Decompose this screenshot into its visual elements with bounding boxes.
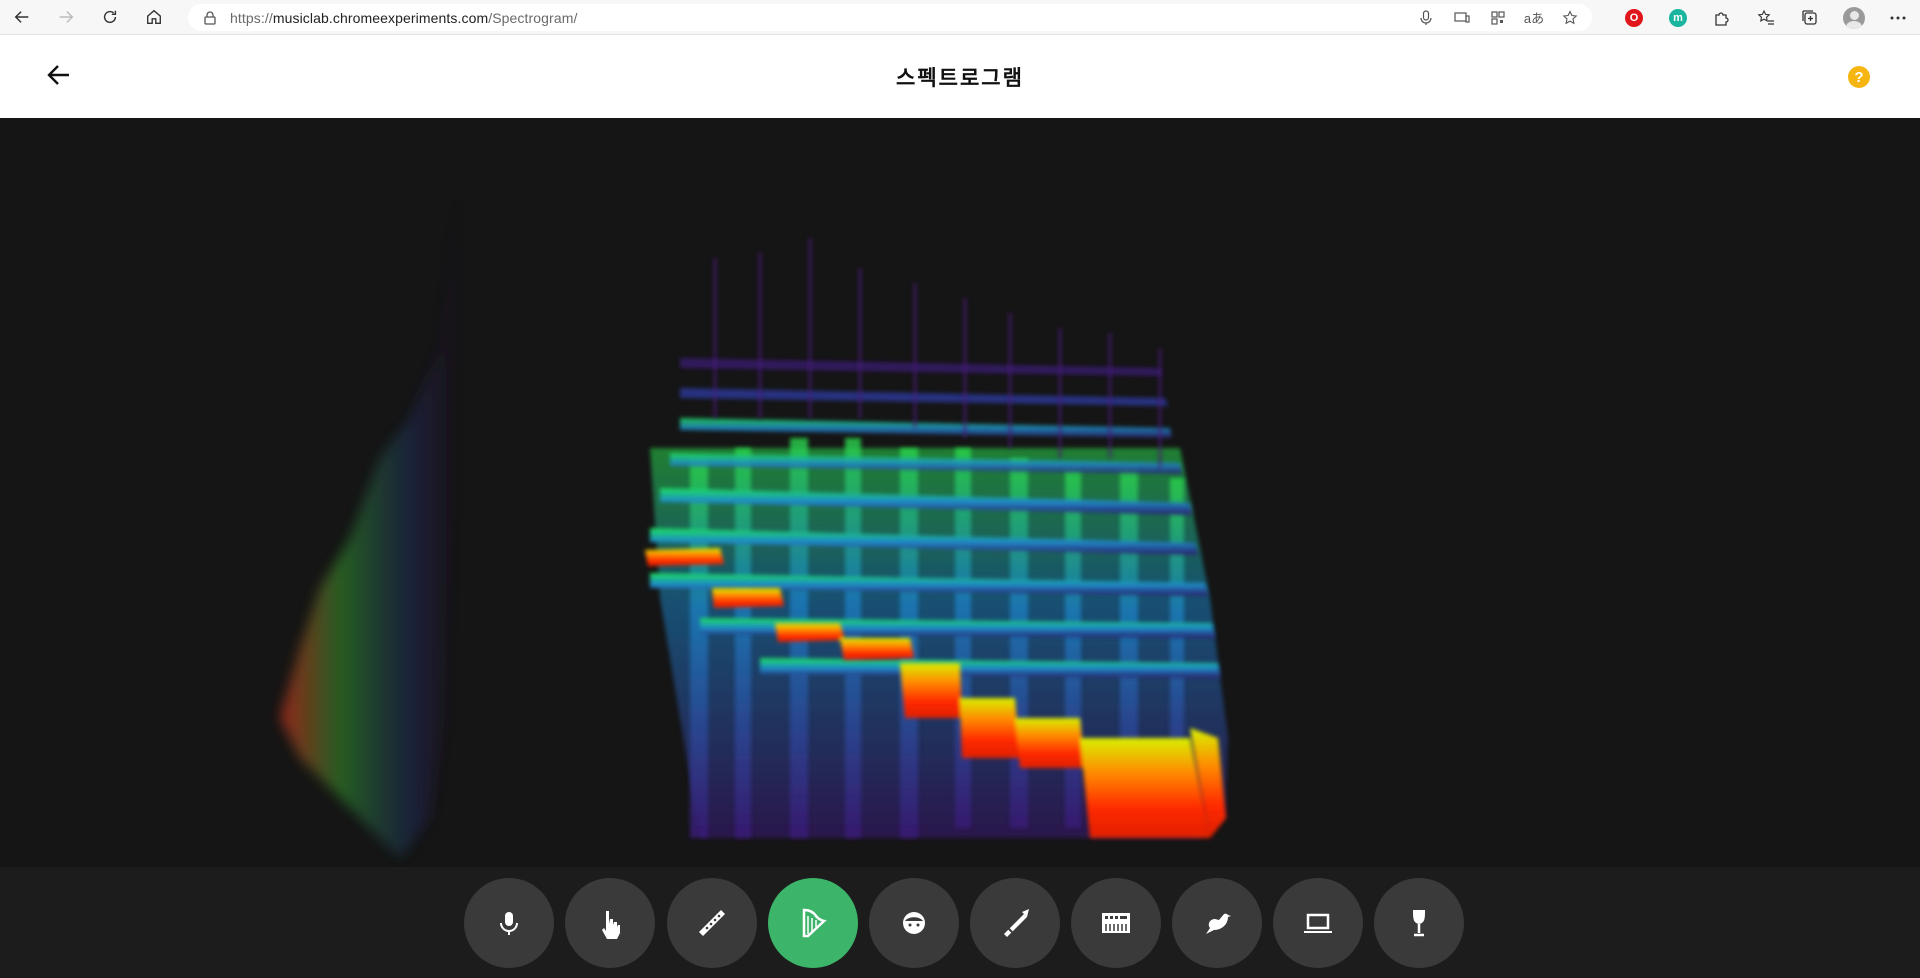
url-path: /Spectrogram/ bbox=[488, 9, 578, 26]
forward-icon bbox=[59, 11, 74, 23]
browser-forward-button[interactable] bbox=[44, 0, 88, 35]
url-text: https://musiclab.chromeexperiments.com/S… bbox=[230, 10, 577, 26]
url-host: musiclab.chromeexperiments.com bbox=[272, 9, 489, 26]
touch-button[interactable] bbox=[565, 878, 655, 968]
modem-button[interactable] bbox=[1273, 878, 1363, 968]
extension-icons: O m bbox=[1612, 0, 1920, 35]
wine-glass-icon bbox=[1413, 910, 1425, 937]
flute-button[interactable] bbox=[667, 878, 757, 968]
voice-search-icon[interactable] bbox=[1414, 6, 1438, 30]
browser-home-button[interactable] bbox=[132, 0, 176, 35]
browser-toolbar: https://musiclab.chromeexperiments.com/S… bbox=[0, 0, 1920, 35]
flute-icon bbox=[699, 910, 725, 936]
synthesizer-icon bbox=[1102, 913, 1130, 933]
read-aloud-icon[interactable]: aあ bbox=[1522, 6, 1546, 30]
opera-extension[interactable]: O bbox=[1612, 0, 1656, 35]
address-bar[interactable]: https://musiclab.chromeexperiments.com/S… bbox=[188, 4, 1592, 31]
microphone-icon bbox=[500, 912, 518, 935]
browser-back-button[interactable] bbox=[0, 0, 44, 35]
bird-icon bbox=[1206, 913, 1231, 934]
microphone-button[interactable] bbox=[464, 878, 554, 968]
profile-button[interactable] bbox=[1832, 0, 1876, 35]
avatar-icon bbox=[1843, 6, 1865, 29]
url-scheme: https:// bbox=[230, 9, 273, 26]
refresh-icon bbox=[103, 10, 117, 24]
collections-button[interactable] bbox=[1788, 0, 1832, 35]
lock-icon bbox=[204, 10, 216, 25]
qr-code-icon[interactable] bbox=[1486, 6, 1510, 30]
m-extension-icon: m bbox=[1669, 8, 1687, 27]
favorites-button[interactable] bbox=[1744, 0, 1788, 35]
app-header: 스펙트로그램 ? bbox=[0, 36, 1920, 118]
harp-icon bbox=[802, 908, 827, 938]
settings-menu-button[interactable] bbox=[1876, 0, 1920, 35]
trombone-icon bbox=[1004, 909, 1029, 937]
browser-refresh-button[interactable] bbox=[88, 0, 132, 35]
voice-button[interactable] bbox=[869, 878, 959, 968]
extensions-button[interactable] bbox=[1700, 0, 1744, 35]
laptop-icon bbox=[1304, 913, 1332, 933]
help-button[interactable]: ? bbox=[1848, 66, 1870, 88]
wineglass-button[interactable] bbox=[1374, 878, 1464, 968]
synth-button[interactable] bbox=[1071, 878, 1161, 968]
instrument-toolbar bbox=[0, 867, 1920, 978]
opera-icon: O bbox=[1625, 8, 1643, 27]
puzzle-icon bbox=[1715, 11, 1729, 26]
bird-button[interactable] bbox=[1172, 878, 1262, 968]
spectrogram-canvas[interactable] bbox=[0, 118, 1920, 978]
page-title: 스펙트로그램 bbox=[896, 66, 1024, 90]
spectrogram-visual bbox=[280, 158, 1228, 858]
favorites-icon bbox=[1757, 9, 1774, 25]
home-icon bbox=[147, 9, 161, 24]
trombone-button[interactable] bbox=[970, 878, 1060, 968]
m-extension[interactable]: m bbox=[1656, 0, 1700, 35]
back-icon bbox=[14, 11, 29, 23]
harp-button[interactable] bbox=[768, 878, 858, 968]
address-bar-icons: aあ bbox=[1414, 4, 1582, 31]
collections-icon bbox=[1802, 9, 1817, 25]
hand-pointer-icon bbox=[602, 911, 620, 939]
more-icon bbox=[1890, 16, 1906, 19]
face-icon bbox=[903, 912, 925, 934]
cast-icon[interactable] bbox=[1450, 6, 1474, 30]
add-favorite-icon[interactable] bbox=[1558, 6, 1582, 30]
